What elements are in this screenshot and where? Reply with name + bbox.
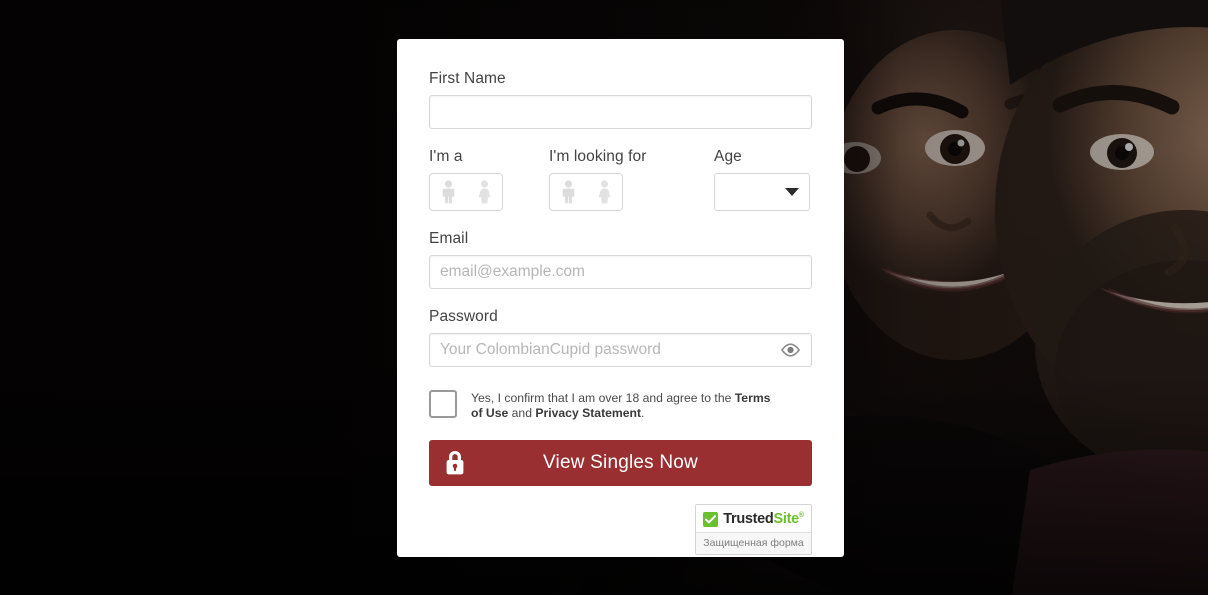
i-am-a-group: I'm a — [429, 147, 549, 211]
view-singles-now-button[interactable]: View Singles Now — [429, 440, 812, 487]
trusted-site-caption: Защищенная форма — [696, 532, 811, 555]
password-field-wrapper — [429, 333, 812, 367]
consent-text-part3: . — [641, 405, 645, 420]
age-group: Age — [714, 147, 812, 211]
password-label: Password — [429, 308, 498, 325]
i-am-a-label: I'm a — [429, 148, 463, 165]
looking-for-group: I'm looking for — [549, 147, 714, 211]
i-am-a-selector[interactable] — [429, 173, 503, 211]
looking-for-male-option[interactable] — [550, 174, 586, 210]
lock-icon — [443, 449, 467, 477]
first-name-label: First Name — [429, 70, 506, 87]
check-icon — [703, 511, 719, 527]
i-am-a-male-option[interactable] — [430, 174, 466, 210]
age-dropdown[interactable] — [714, 173, 810, 211]
eye-icon[interactable] — [780, 343, 801, 357]
trusted-site-wordmark: TrustedSite® — [723, 511, 804, 527]
signup-form-card: First Name I'm a I'm looking for Age Ema… — [397, 39, 844, 557]
consent-text-part1: Yes, I confirm that I am over 18 and agr… — [471, 391, 735, 405]
trusted-site-top: TrustedSite® — [696, 505, 811, 533]
view-singles-now-label: View Singles Now — [543, 452, 698, 474]
looking-for-female-option[interactable] — [586, 174, 622, 210]
chevron-down-icon — [785, 188, 799, 196]
looking-for-label: I'm looking for — [549, 148, 647, 165]
trusted-site-badge[interactable]: TrustedSite® Защищенная форма — [695, 504, 812, 556]
consent-text: Yes, I confirm that I am over 18 and agr… — [471, 389, 783, 420]
i-am-a-female-option[interactable] — [466, 174, 502, 210]
registered-mark: ® — [798, 512, 804, 520]
trusted-word: Trusted — [723, 511, 774, 528]
email-input[interactable] — [429, 255, 812, 289]
consent-checkbox[interactable] — [429, 390, 457, 418]
privacy-statement-link[interactable]: Privacy Statement — [535, 406, 641, 420]
consent-text-part2: and — [508, 405, 536, 420]
gender-age-row: I'm a I'm looking for Age — [429, 147, 812, 211]
age-label: Age — [714, 148, 742, 165]
signup-page: First Name I'm a I'm looking for Age Ema… — [0, 0, 1208, 595]
trusted-site-badge-wrapper: TrustedSite® Защищенная форма — [429, 504, 812, 556]
site-word: Site — [773, 511, 800, 528]
password-input[interactable] — [429, 333, 812, 367]
first-name-input[interactable] — [429, 95, 812, 129]
looking-for-selector[interactable] — [549, 173, 623, 211]
email-label: Email — [429, 230, 469, 247]
consent-row: Yes, I confirm that I am over 18 and agr… — [429, 389, 812, 420]
